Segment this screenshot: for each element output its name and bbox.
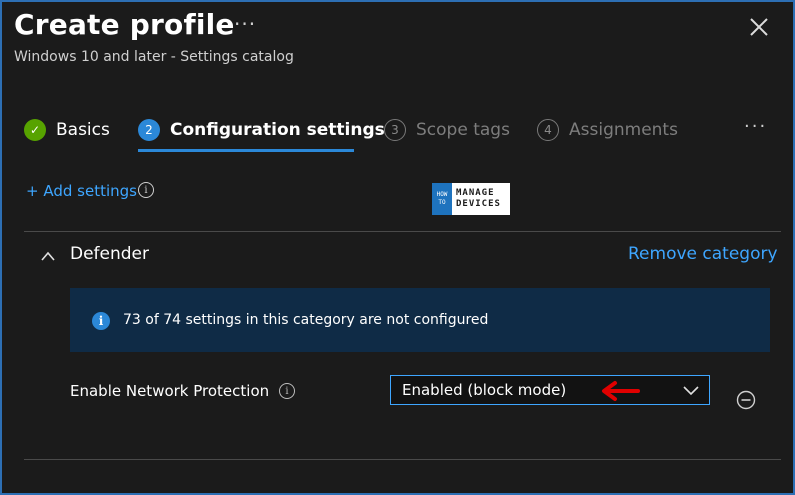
step-number-badge: 2 bbox=[138, 119, 160, 141]
watermark-logo: HOW TO MANAGE DEVICES bbox=[432, 183, 510, 215]
tab-configuration-settings[interactable]: 2 Configuration settings bbox=[138, 115, 385, 145]
tab-basics[interactable]: ✓ Basics bbox=[24, 115, 110, 145]
create-profile-panel: Create profile ··· Windows 10 and later … bbox=[0, 0, 795, 495]
info-icon[interactable]: i bbox=[138, 182, 154, 198]
info-banner: i 73 of 74 settings in this category are… bbox=[70, 288, 770, 352]
tab-label: Basics bbox=[56, 120, 110, 140]
page-title: Create profile bbox=[14, 8, 235, 41]
banner-message: 73 of 74 settings in this category are n… bbox=[123, 312, 489, 328]
tab-label: Scope tags bbox=[416, 120, 510, 140]
info-icon[interactable]: i bbox=[279, 383, 295, 399]
info-icon: i bbox=[92, 312, 110, 330]
step-number-badge: 3 bbox=[384, 119, 406, 141]
logo-text: MANAGE DEVICES bbox=[456, 188, 501, 209]
active-tab-indicator bbox=[138, 149, 354, 152]
page-subtitle: Windows 10 and later - Settings catalog bbox=[14, 49, 294, 65]
tab-assignments[interactable]: 4 Assignments bbox=[537, 115, 678, 145]
divider bbox=[24, 231, 781, 232]
close-icon[interactable] bbox=[748, 16, 770, 38]
chevron-up-icon[interactable] bbox=[40, 250, 56, 262]
red-arrow-annotation-icon bbox=[602, 381, 640, 401]
add-settings-link[interactable]: + Add settings bbox=[26, 182, 137, 200]
network-protection-dropdown[interactable]: Enabled (block mode) bbox=[390, 375, 710, 405]
logo-mark: HOW TO bbox=[432, 183, 452, 215]
step-number-badge: 4 bbox=[537, 119, 559, 141]
wizard-steps: ✓ Basics 2 Configuration settings 3 Scop… bbox=[24, 115, 784, 155]
remove-category-link[interactable]: Remove category bbox=[628, 244, 778, 264]
category-title: Defender bbox=[70, 244, 150, 264]
tab-label: Assignments bbox=[569, 120, 678, 140]
tab-label: Configuration settings bbox=[170, 120, 385, 140]
check-icon: ✓ bbox=[24, 119, 46, 141]
divider bbox=[24, 459, 781, 460]
chevron-down-icon bbox=[683, 386, 699, 396]
tab-scope-tags[interactable]: 3 Scope tags bbox=[384, 115, 510, 145]
tabs-overflow-button[interactable]: ··· bbox=[744, 116, 767, 137]
dropdown-selected-value: Enabled (block mode) bbox=[402, 381, 567, 399]
remove-setting-icon[interactable] bbox=[736, 390, 756, 410]
more-options-button[interactable]: ··· bbox=[234, 12, 256, 36]
setting-label: Enable Network Protection bbox=[70, 382, 270, 400]
